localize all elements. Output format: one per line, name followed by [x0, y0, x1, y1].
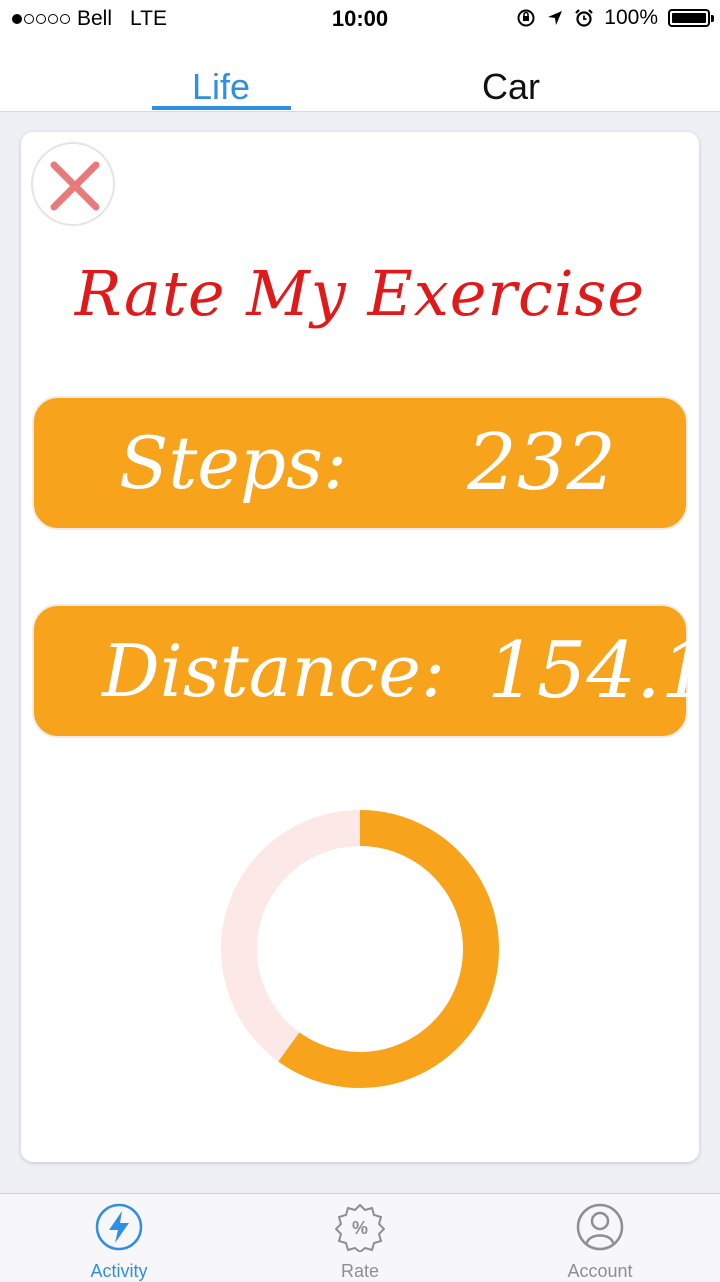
tab-activity-label: Activity — [90, 1261, 148, 1281]
tab-account-label: Account — [567, 1261, 633, 1281]
steps-label: Steps: — [119, 421, 348, 505]
bolt-icon — [95, 1203, 143, 1251]
battery-percentage: 100% — [604, 6, 658, 29]
status-right: 100% — [516, 6, 714, 30]
rotation-lock-icon — [517, 9, 535, 27]
page-title: Rate My Exercise — [74, 257, 646, 330]
tab-rate[interactable]: % Rate — [290, 1202, 430, 1282]
tab-rate-label: Rate — [340, 1261, 380, 1281]
location-arrow-icon — [548, 11, 563, 25]
tab-account[interactable]: Account — [530, 1202, 670, 1282]
close-icon — [50, 161, 100, 211]
battery-fill — [672, 13, 706, 23]
distance-label: Distance: — [102, 629, 446, 713]
bottom-tab-bar: Activity % Rate Account — [0, 1193, 720, 1281]
top-tabs: Life Car — [0, 38, 720, 112]
steps-panel: Steps: 232 — [32, 396, 688, 530]
distance-value: 154.1 — [487, 626, 711, 716]
tab-life[interactable]: Life — [151, 66, 291, 108]
tab-car[interactable]: Car — [441, 66, 581, 108]
steps-value: 232 — [467, 418, 617, 508]
distance-panel: Distance: 154.1 — [32, 604, 710, 738]
status-bar: Bell LTE 10:00 100% — [0, 0, 720, 38]
tab-activity[interactable]: Activity — [49, 1202, 189, 1282]
progress-ring-fill — [278, 810, 499, 1088]
alarm-icon — [575, 9, 594, 27]
active-tab-indicator — [152, 106, 291, 110]
svg-text:%: % — [352, 1218, 368, 1238]
battery-icon — [668, 9, 714, 27]
progress-ring — [221, 810, 499, 1088]
user-circle-icon — [576, 1203, 624, 1251]
close-button[interactable] — [31, 142, 115, 226]
percent-badge-icon: % — [334, 1203, 386, 1254]
exercise-card: Rate My Exercise Steps: 232 Distance: 15… — [21, 132, 710, 1162]
